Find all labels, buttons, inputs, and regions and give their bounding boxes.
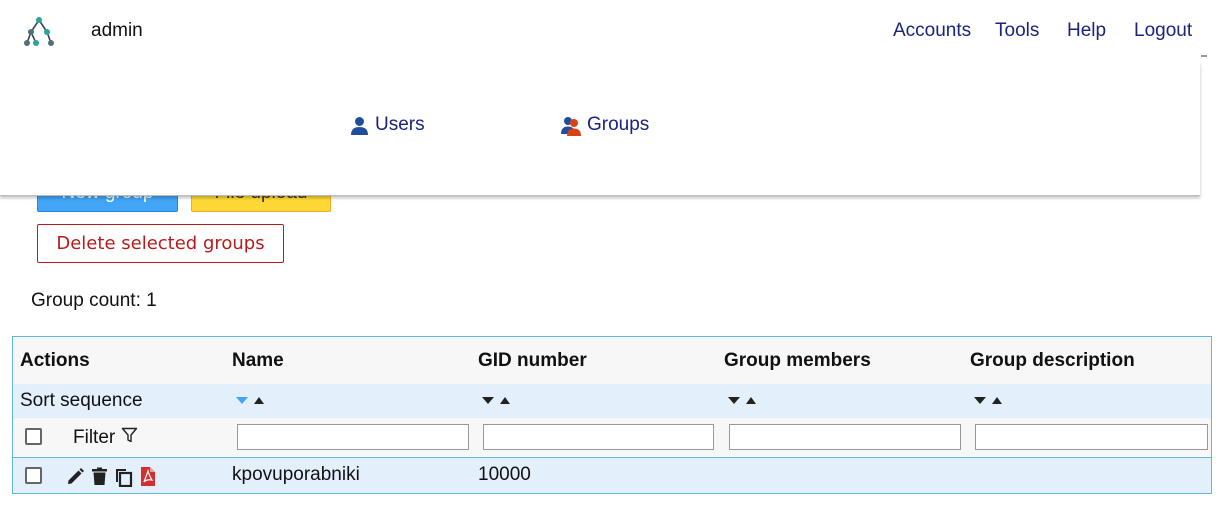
- sort-sequence-label: Sort sequence: [20, 390, 143, 411]
- filter-label: Filter: [73, 427, 138, 449]
- sort-asc-icon[interactable]: [992, 397, 1002, 404]
- column-members: Group members: [724, 350, 871, 371]
- subnav-users-label: Users: [375, 114, 425, 135]
- user-icon: [349, 115, 370, 136]
- sort-row: Sort sequence: [13, 384, 1211, 418]
- table-row[interactable]: kpovuporabniki 10000: [13, 457, 1211, 493]
- edit-icon[interactable]: [65, 466, 86, 487]
- sort-desc-icon[interactable]: [728, 397, 740, 404]
- sort-desc-icon[interactable]: [482, 397, 494, 404]
- nav-accounts[interactable]: Accounts: [893, 20, 971, 42]
- cell-gid: 10000: [478, 464, 531, 485]
- subnav-users[interactable]: Users: [349, 114, 425, 136]
- row-select-checkbox[interactable]: [25, 467, 42, 484]
- sort-gid: [482, 397, 510, 404]
- sort-asc-icon[interactable]: [500, 397, 510, 404]
- nav-tools[interactable]: Tools: [995, 20, 1039, 42]
- top-header: admin Accounts Tools Help Logout: [0, 0, 1223, 62]
- filter-members-input[interactable]: [729, 424, 961, 450]
- copy-icon[interactable]: [113, 466, 134, 488]
- app-logo-icon[interactable]: [22, 15, 56, 49]
- filter-description-input[interactable]: [975, 424, 1208, 450]
- sort-desc-icon[interactable]: [974, 397, 986, 404]
- sort-members: [728, 397, 756, 404]
- nav-help[interactable]: Help: [1067, 20, 1106, 42]
- column-gid: GID number: [478, 350, 587, 371]
- divider: [1201, 55, 1207, 57]
- group-icon: [560, 115, 582, 136]
- filter-icon: [121, 427, 138, 449]
- nav-logout[interactable]: Logout: [1134, 20, 1192, 42]
- sort-asc-icon[interactable]: [746, 397, 756, 404]
- pdf-icon[interactable]: [137, 466, 158, 487]
- cell-name: kpovuporabniki: [232, 464, 360, 485]
- group-count: Group count: 1: [31, 290, 157, 311]
- subnav-groups[interactable]: Groups: [560, 114, 649, 136]
- table-header-row: Actions Name GID number Group members Gr…: [13, 337, 1211, 384]
- current-user: admin: [91, 20, 143, 41]
- subnav-groups-label: Groups: [587, 114, 650, 135]
- column-actions: Actions: [20, 350, 90, 371]
- sort-name: [236, 397, 264, 404]
- delete-selected-groups-button[interactable]: Delete selected groups: [37, 224, 284, 263]
- subnav-panel: Users Groups: [0, 62, 1200, 196]
- sort-description: [974, 397, 1002, 404]
- filter-label-text: Filter: [73, 427, 116, 448]
- filter-name-input[interactable]: [237, 424, 469, 450]
- groups-table: Actions Name GID number Group members Gr…: [12, 336, 1212, 494]
- sort-desc-icon[interactable]: [236, 397, 248, 404]
- select-all-checkbox[interactable]: [25, 428, 42, 445]
- row-actions: [65, 466, 158, 488]
- column-description: Group description: [970, 350, 1135, 371]
- column-name: Name: [232, 350, 284, 371]
- sort-asc-icon[interactable]: [254, 397, 264, 404]
- delete-icon[interactable]: [89, 466, 110, 487]
- filter-row: Filter: [13, 418, 1211, 456]
- filter-gid-input[interactable]: [483, 424, 714, 450]
